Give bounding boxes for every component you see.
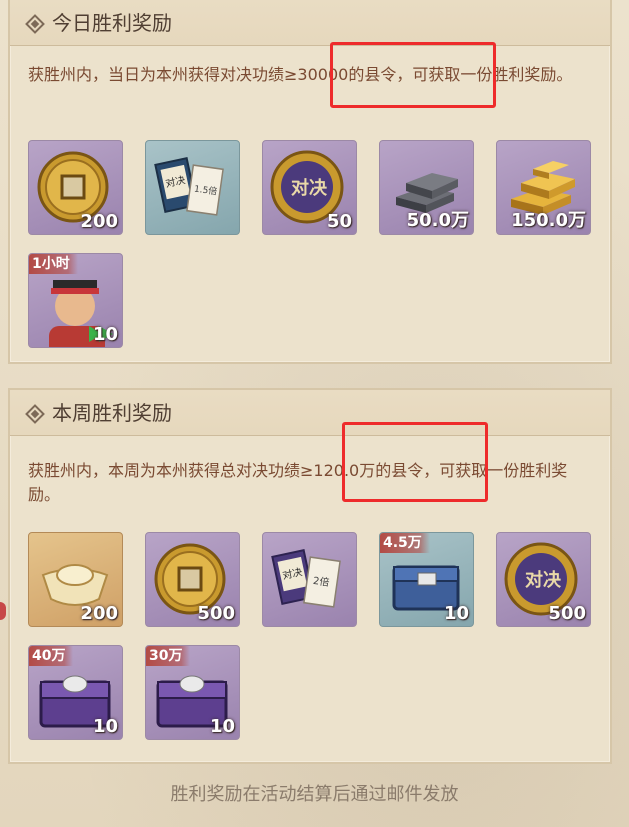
reward-item-silver[interactable]: 50.0万 xyxy=(379,140,474,235)
footer-note: 胜利奖励在活动结算后通过邮件发放 xyxy=(170,784,459,805)
reward-qty: 200 xyxy=(80,211,118,232)
reward-item-ticket[interactable]: 对决 2倍 xyxy=(262,532,357,627)
daily-panel-header: 今日胜利奖励 xyxy=(10,0,610,46)
svg-text:对决: 对决 xyxy=(525,569,562,591)
ticket-icon: 对决 1.5倍 xyxy=(154,157,224,216)
reward-qty: 50.0万 xyxy=(406,210,469,231)
reward-tag: 40万 xyxy=(29,646,74,666)
reward-item-copper-coin[interactable]: 500 xyxy=(145,532,240,627)
daily-desc-before: 获胜州内，当日为本州获得对决功 xyxy=(28,65,269,84)
reward-item-silver-chest[interactable]: 4.5万 10 xyxy=(379,532,474,627)
daily-reward-panel: 今日胜利奖励 获胜州内，当日为本州获得对决功绩≥30000的县令，可获取一份胜利… xyxy=(8,0,612,364)
reward-item-gold[interactable]: 150.0万 xyxy=(496,140,591,235)
reward-qty: 150.0万 xyxy=(511,210,586,231)
reward-qty: 10 xyxy=(443,603,469,624)
weekly-desc-before: 获胜州内，本周为本州获得总对决功 xyxy=(28,461,285,480)
reward-qty: 500 xyxy=(548,603,586,624)
weekly-panel-title: 本周胜利奖励 xyxy=(52,401,172,425)
diamond-icon xyxy=(25,404,45,424)
reward-qty: 10 xyxy=(209,716,235,737)
diamond-icon xyxy=(25,14,45,34)
reward-item-duel-coin[interactable]: 对决 500 xyxy=(496,532,591,627)
reward-item-duel-coin[interactable]: 对决 50 xyxy=(262,140,357,235)
weekly-reward-panel: 本周胜利奖励 获胜州内，本周为本州获得总对决功绩≥120.0万的县令，可获取一份… xyxy=(8,388,612,764)
reward-qty: 50 xyxy=(326,211,352,232)
ticket-icon: 对决 2倍 xyxy=(271,549,341,608)
reward-tag: 1小时 xyxy=(29,254,78,274)
reward-item-speedup[interactable]: 1小时 10 xyxy=(28,253,123,348)
daily-highlight-box xyxy=(330,42,496,108)
weekly-description: 获胜州内，本周为本州获得总对决功绩≥120.0万的县令，可获取一份胜利奖励。 xyxy=(28,459,592,507)
svg-text:对决: 对决 xyxy=(291,177,328,199)
daily-panel-title: 今日胜利奖励 xyxy=(52,11,172,35)
reward-tag: 4.5万 xyxy=(380,533,430,553)
weekly-panel-header: 本周胜利奖励 xyxy=(10,390,610,436)
daily-description: 获胜州内，当日为本州获得对决功绩≥30000的县令，可获取一份胜利奖励。 xyxy=(28,63,592,87)
reward-item-chest-40[interactable]: 40万 10 xyxy=(28,645,123,740)
reward-item-copper-coin[interactable]: 200 xyxy=(28,140,123,235)
reward-item-ingot[interactable]: 200 xyxy=(28,532,123,627)
reward-item-chest-30[interactable]: 30万 10 xyxy=(145,645,240,740)
reward-qty: 200 xyxy=(80,603,118,624)
reward-qty: 10 xyxy=(92,324,118,345)
reward-qty: 10 xyxy=(92,716,118,737)
weekly-highlight-box xyxy=(342,422,488,502)
reward-qty: 500 xyxy=(197,603,235,624)
reward-item-ticket[interactable]: 对决 1.5倍 xyxy=(145,140,240,235)
reward-tag: 30万 xyxy=(146,646,191,666)
